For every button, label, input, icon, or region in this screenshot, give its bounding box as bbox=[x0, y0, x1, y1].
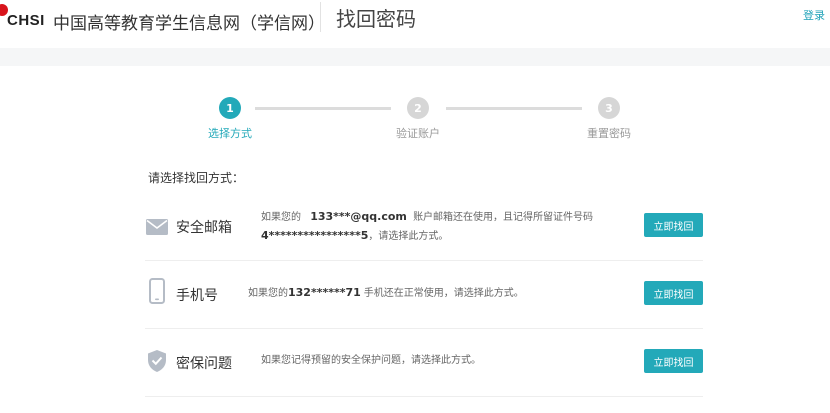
retrieve-password-panel: 1 2 3 选择方式 验证账户 重置密码 请选择找回方式： 安全邮箱 如果您的 … bbox=[0, 66, 830, 413]
masked-email: 133***@qq.com bbox=[310, 210, 407, 223]
retrieve-by-email-button[interactable]: 立即找回 bbox=[644, 213, 703, 237]
desc-text: 如果您的 bbox=[248, 288, 288, 299]
method-row-security-question: 密保问题 如果您记得预留的安全保护问题，请选择此方式。 立即找回 bbox=[145, 329, 703, 397]
method-name-security-question: 密保问题 bbox=[176, 356, 232, 372]
header-divider bbox=[320, 2, 321, 32]
method-name-phone: 手机号 bbox=[176, 288, 218, 304]
retrieve-by-security-question-button[interactable]: 立即找回 bbox=[644, 349, 703, 373]
step-2-label: 验证账户 bbox=[396, 127, 440, 140]
masked-phone: 132******71 bbox=[288, 286, 361, 299]
desc-text: 手机还在正常使用，请选择此方式。 bbox=[363, 288, 524, 299]
top-header: CHSI 中国高等教育学生信息网（学信网） 找回密码 登录 bbox=[0, 0, 830, 48]
step-2-indicator: 2 bbox=[407, 97, 429, 119]
choose-method-heading: 请选择找回方式： bbox=[148, 171, 245, 185]
retrieve-by-phone-button[interactable]: 立即找回 bbox=[644, 281, 703, 305]
method-row-phone: 手机号 如果您的132******71 手机还在正常使用，请选择此方式。 立即找回 bbox=[145, 261, 703, 329]
desc-text: ，请选择此方式。 bbox=[368, 231, 449, 242]
method-desc-security-question: 如果您记得预留的安全保护问题，请选择此方式。 bbox=[261, 355, 481, 366]
method-row-email: 安全邮箱 如果您的 133***@qq.com 账户邮箱还在使用，且记得所留证件… bbox=[145, 193, 703, 261]
desc-text: 如果您的 bbox=[261, 212, 301, 223]
chsi-logo[interactable]: CHSI bbox=[7, 12, 45, 29]
step-connector-2 bbox=[446, 107, 582, 110]
step-3-label: 重置密码 bbox=[587, 127, 631, 140]
method-name-email: 安全邮箱 bbox=[176, 220, 232, 236]
step-1-indicator: 1 bbox=[219, 97, 241, 119]
shield-check-icon bbox=[145, 349, 169, 373]
envelope-icon bbox=[145, 215, 169, 239]
mobile-phone-icon bbox=[145, 278, 169, 304]
step-3-indicator: 3 bbox=[598, 97, 620, 119]
desc-text: 账户邮箱还在使用，且记得所留证件号码 bbox=[413, 212, 594, 223]
step-1-label: 选择方式 bbox=[208, 127, 252, 140]
method-desc-phone: 如果您的132******71 手机还在正常使用，请选择此方式。 bbox=[248, 284, 628, 303]
method-desc-email: 如果您的 133***@qq.com 账户邮箱还在使用，且记得所留证件号码 4*… bbox=[261, 208, 621, 246]
login-link[interactable]: 登录 bbox=[803, 7, 825, 23]
step-connector-1 bbox=[255, 107, 391, 110]
site-name[interactable]: 中国高等教育学生信息网（学信网） bbox=[53, 9, 325, 34]
page-title: 找回密码 bbox=[336, 7, 416, 31]
masked-id-number: 4****************5 bbox=[261, 229, 369, 242]
